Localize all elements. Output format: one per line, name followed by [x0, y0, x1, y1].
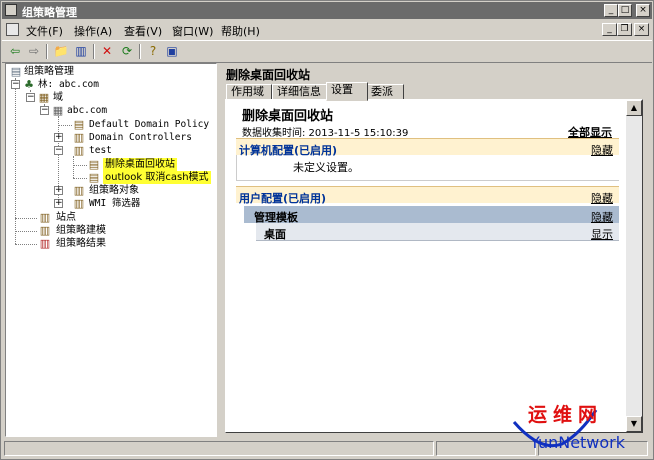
- minimize-button[interactable]: _: [604, 4, 618, 17]
- tree-item-domain-controllers[interactable]: Domain Controllers: [89, 131, 192, 144]
- collapse-icon[interactable]: −: [40, 106, 49, 115]
- watermark: 运维网 YunNetwork: [500, 400, 650, 456]
- tree-pane[interactable]: ▤ 组策略管理 − ♣ 林: abc.com − ▦ 域 − ▦ abc.com…: [5, 63, 217, 437]
- menu-file[interactable]: 文件(F): [26, 23, 63, 39]
- tree-item-gpo-objects[interactable]: 组策略对象: [89, 184, 139, 197]
- vertical-scrollbar[interactable]: ▲ ▼: [626, 100, 642, 432]
- app-icon: [5, 4, 17, 16]
- watermark-cn: 运维网: [528, 404, 604, 426]
- tree-item-wmi-filters[interactable]: WMI 筛选器: [89, 197, 140, 210]
- tree-connector: [15, 78, 16, 244]
- expand-icon[interactable]: +: [54, 186, 63, 195]
- menu-action[interactable]: 操作(A): [74, 23, 112, 39]
- admin-templates-section: 管理模板 隐藏: [244, 206, 619, 224]
- forward-arrow-icon[interactable]: ⇨: [26, 44, 42, 59]
- tree-item-domains[interactable]: 域: [53, 91, 63, 104]
- mdi-close-button[interactable]: ×: [634, 23, 649, 36]
- wmi-filter-icon: ▥: [73, 197, 85, 210]
- gpo-link-icon: ▤: [73, 118, 85, 131]
- tree-connector: [73, 165, 87, 166]
- title-bar: 组策略管理 _ □ ×: [2, 2, 652, 19]
- gpo-link-icon: ▤: [88, 171, 100, 184]
- tree-connector: [73, 178, 87, 179]
- properties-icon[interactable]: ▣: [164, 44, 180, 59]
- tab-scope[interactable]: 作用域: [226, 84, 272, 100]
- menu-window[interactable]: 窗口(W): [172, 23, 213, 39]
- tree-item-gpo-outlook[interactable]: outlook 取消cash模式: [103, 171, 211, 184]
- desktop-section: 桌面 显示: [256, 223, 619, 241]
- toolbar-separator: [93, 44, 95, 59]
- mdi-minimize-button[interactable]: _: [602, 23, 617, 36]
- delete-icon[interactable]: ✕: [99, 44, 115, 59]
- ou-folder-icon: ▥: [73, 144, 85, 157]
- ou-folder-icon: ▥: [73, 131, 85, 144]
- report-collected-time: 数据收集时间: 2013-11-5 15:10:39: [242, 128, 409, 139]
- maximize-button[interactable]: □: [618, 4, 632, 17]
- status-cell: [4, 441, 434, 456]
- tree-connector: [15, 244, 37, 245]
- collapse-icon[interactable]: −: [54, 146, 63, 155]
- toolbar-separator: [46, 44, 48, 59]
- results-icon: ▥: [39, 237, 51, 250]
- modeling-icon: ▥: [39, 224, 51, 237]
- tree-connector: [73, 156, 74, 178]
- watermark-en: YunNetwork: [530, 433, 626, 452]
- expand-icon[interactable]: +: [54, 133, 63, 142]
- user-config-section: 用户配置(已启用) 隐藏: [236, 186, 619, 206]
- close-button[interactable]: ×: [636, 4, 650, 17]
- app-window: 组策略管理 _ □ × 文件(F) 操作(A) 查看(V) 窗口(W) 帮助(H…: [0, 0, 654, 460]
- tree-connector: [15, 231, 37, 232]
- help-icon[interactable]: ?: [145, 44, 161, 59]
- window-title: 组策略管理: [22, 6, 77, 19]
- gpmc-icon: ▤: [10, 65, 22, 78]
- tree-item-modeling[interactable]: 组策略建模: [56, 224, 106, 237]
- tree-connector: [15, 218, 37, 219]
- tab-settings[interactable]: 设置: [326, 82, 368, 101]
- user-hide-link[interactable]: 隐藏: [591, 190, 613, 206]
- mdi-restore-button[interactable]: ❐: [617, 23, 632, 36]
- tree-item-root[interactable]: 组策略管理: [24, 65, 74, 78]
- show-hide-tree-icon[interactable]: ▥: [73, 44, 89, 59]
- tree-item-results[interactable]: 组策略结果: [56, 237, 106, 250]
- menu-bar: 文件(F) 操作(A) 查看(V) 窗口(W) 帮助(H) _ ❐ ×: [2, 20, 652, 39]
- tab-delegation[interactable]: 委派: [366, 84, 404, 100]
- refresh-icon[interactable]: ⟳: [119, 44, 135, 59]
- collapse-icon[interactable]: −: [11, 80, 20, 89]
- expand-icon[interactable]: +: [54, 199, 63, 208]
- domains-folder-icon: ▦: [38, 91, 50, 104]
- toolbar-separator: [139, 44, 141, 59]
- settings-report[interactable]: 删除桌面回收站 数据收集时间: 2013-11-5 15:10:39 全部显示 …: [225, 99, 643, 433]
- sites-folder-icon: ▥: [39, 211, 51, 224]
- system-menu-icon[interactable]: [6, 23, 19, 36]
- scroll-up-icon[interactable]: ▲: [626, 100, 642, 116]
- report-title: 删除桌面回收站: [242, 109, 334, 124]
- details-pane: 删除桌面回收站 作用域 详细信息 设置 委派 删除桌面回收站 数据收集时间: 2…: [221, 63, 647, 437]
- toolbar: ⇦ ⇨ 📁 ▥ ✕ ⟳ ? ▣: [2, 40, 652, 63]
- section-label: 桌面: [264, 228, 286, 241]
- collapse-icon[interactable]: −: [26, 93, 35, 102]
- computer-config-body: 未定义设置。: [236, 155, 619, 181]
- tree-item-forest[interactable]: 林: abc.com: [38, 78, 99, 91]
- gpo-link-icon: ▤: [88, 158, 100, 171]
- pane-title: 删除桌面回收站: [226, 68, 311, 82]
- menu-view[interactable]: 查看(V): [124, 23, 162, 39]
- tree-item-default-policy[interactable]: Default Domain Policy: [89, 118, 209, 131]
- forest-icon: ♣: [24, 78, 34, 91]
- domain-icon: ▦: [52, 104, 64, 117]
- tab-details[interactable]: 详细信息: [272, 84, 328, 100]
- desktop-show-link[interactable]: 显示: [591, 226, 613, 242]
- tree-item-gpo-recycle[interactable]: 删除桌面回收站: [103, 158, 177, 171]
- tree-item-test[interactable]: test: [89, 144, 112, 157]
- computer-config-section: 计算机配置(已启用) 隐藏: [236, 138, 619, 157]
- tree-item-domain[interactable]: abc.com: [67, 104, 107, 117]
- tree-item-sites[interactable]: 站点: [56, 211, 76, 224]
- back-arrow-icon[interactable]: ⇦: [7, 44, 23, 59]
- no-settings-text: 未定义设置。: [293, 161, 359, 174]
- section-label: 用户配置(已启用): [239, 192, 327, 205]
- gpo-container-icon: ▥: [73, 184, 85, 197]
- up-folder-icon[interactable]: 📁: [53, 44, 69, 59]
- menu-help[interactable]: 帮助(H): [221, 23, 260, 39]
- tree-connector: [58, 125, 72, 126]
